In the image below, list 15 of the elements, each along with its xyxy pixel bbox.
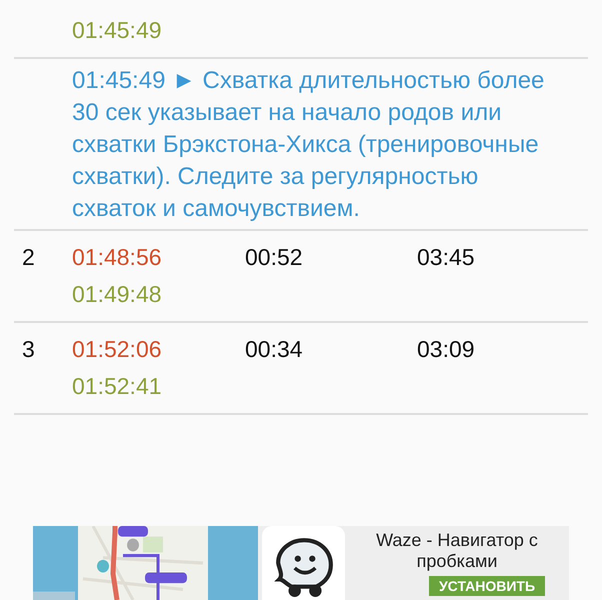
smiling-bubble-icon (272, 536, 334, 598)
row-number: 2 (22, 244, 35, 270)
interval: 03:09 (417, 336, 475, 362)
install-button[interactable]: УСТАНОВИТЬ (428, 576, 546, 596)
start-time: 01:52:06 (72, 335, 163, 364)
end-time: 01:52:41 (72, 372, 163, 401)
end-time: 01:49:48 (72, 280, 163, 309)
app-title: Waze - Навигатор с пробками (375, 530, 539, 572)
interval: 03:45 (417, 244, 475, 270)
row-number: 3 (22, 336, 35, 362)
contraction-note: 01:45:49 ► Схватка длительностью более 30 сек указывает на начало родов или схватки Брэкстона-Хикса (тренировочные схватки). Следите за регулярностью схваток и самочувствием. (72, 66, 546, 224)
end-time: 01:45:49 (72, 16, 163, 45)
duration: 00:52 (245, 244, 303, 270)
start-time: 01:48:56 (72, 243, 163, 272)
duration: 00:34 (245, 336, 303, 362)
